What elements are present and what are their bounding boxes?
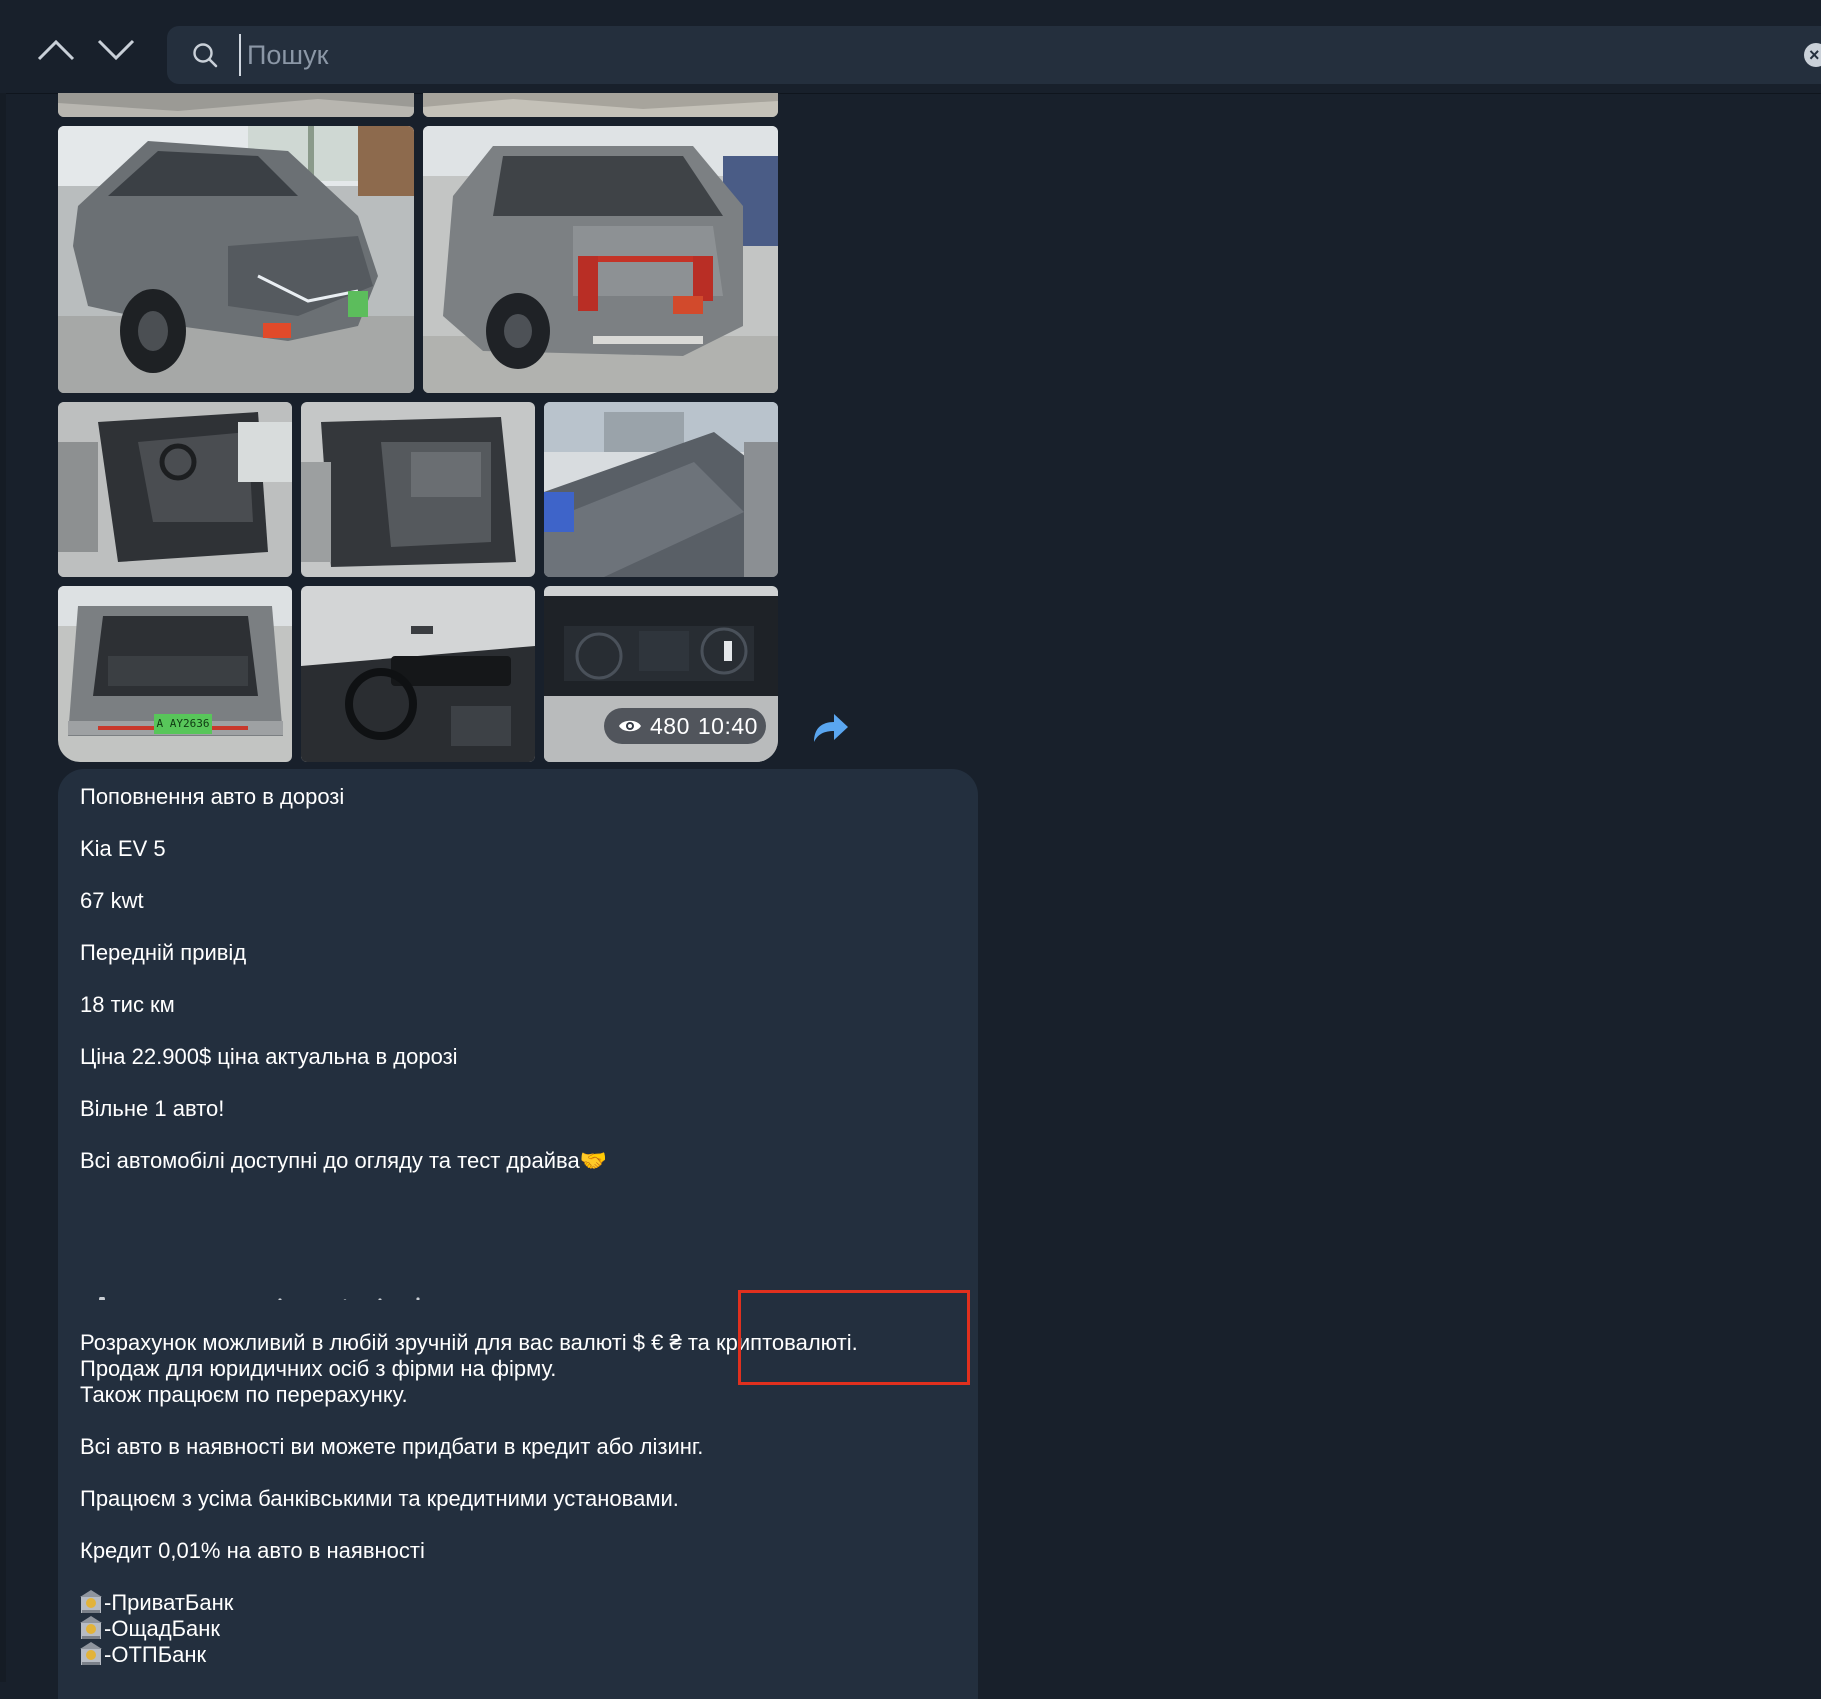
- message-line: Передній привід: [80, 940, 247, 965]
- message-time: 10:40: [697, 712, 758, 739]
- message-line: Працюєм з усіма банківськими та кредитни…: [80, 1486, 679, 1511]
- license-plate: A AY2636: [156, 717, 210, 730]
- bank-item: -ПриватБанк: [80, 1590, 233, 1616]
- message-line: Kia EV 5: [80, 836, 166, 861]
- message-line: Всі автомобілі доступні до огляду та тес…: [80, 1148, 608, 1173]
- message-line: Вільне 1 авто!: [80, 1096, 225, 1121]
- forward-arrow-icon[interactable]: [810, 710, 850, 746]
- album-photo[interactable]: [423, 93, 778, 117]
- album-photo-trunk[interactable]: A AY2636: [58, 586, 292, 762]
- next-result-button[interactable]: [86, 26, 146, 74]
- chevron-up-icon: [37, 39, 75, 61]
- top-bar: ×: [0, 0, 1821, 94]
- bank-icon: [80, 1642, 102, 1665]
- search-input[interactable]: [239, 34, 1747, 76]
- highlight-annotation-box: [738, 1290, 970, 1385]
- clipped-text: [80, 1292, 420, 1300]
- views-count: 480: [650, 712, 690, 739]
- bank-item: -ОщадБанк: [80, 1616, 220, 1642]
- album-photo-rear[interactable]: [423, 126, 778, 393]
- message-line: Продаж для юридичних осіб з фірми на фір…: [80, 1356, 557, 1381]
- message-line: 67 kwt: [80, 888, 144, 913]
- search-bar: [167, 26, 1821, 84]
- clear-icon[interactable]: ×: [1804, 43, 1821, 67]
- album-photo-interior-front[interactable]: [58, 402, 292, 577]
- bank-icon: [80, 1590, 102, 1613]
- previous-result-button[interactable]: [26, 26, 86, 74]
- album-photo[interactable]: [58, 93, 414, 117]
- album-photo-front[interactable]: [58, 126, 414, 393]
- album-photo-roof[interactable]: [544, 402, 778, 577]
- message-line: 18 тис км: [80, 992, 175, 1017]
- message-line: Також працюєм по перерахунку.: [80, 1382, 408, 1407]
- album-photo-interior-rear[interactable]: [301, 402, 535, 577]
- eye-icon: [619, 720, 641, 732]
- message-line: Ціна 22.900$ ціна актуальна в дорозі: [80, 1044, 458, 1069]
- message-line: Кредит 0,01% на авто в наявності: [80, 1538, 425, 1563]
- search-icon: [193, 43, 218, 68]
- message-line: Всі авто в наявності ви можете придбати …: [80, 1434, 704, 1459]
- bank-icon: [80, 1616, 102, 1639]
- message-line: Поповнення авто в дорозі: [80, 784, 345, 809]
- sidebar-edge: [0, 93, 6, 1682]
- album-photo-dashboard[interactable]: [301, 586, 535, 762]
- bank-item: -ОТПБанк: [80, 1642, 206, 1668]
- chevron-down-icon: [97, 39, 135, 61]
- message-meta: 480 10:40: [604, 708, 766, 744]
